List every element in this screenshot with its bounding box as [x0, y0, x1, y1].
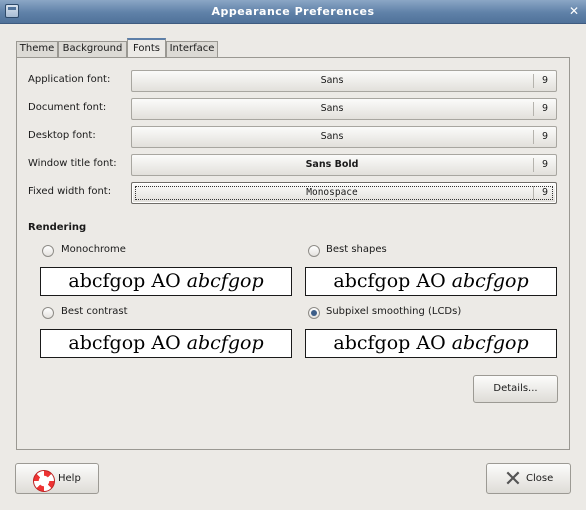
monochrome-sample[interactable]: abcfgop AO abcfgop	[40, 267, 292, 296]
window-title-font-label: Window title font:	[28, 158, 117, 169]
rendering-heading: Rendering	[28, 222, 87, 233]
window-title-font-button[interactable]: Sans Bold 9	[131, 154, 557, 176]
help-button[interactable]: Help	[15, 463, 99, 494]
application-font-button[interactable]: Sans 9	[131, 70, 557, 92]
sample-italic-text: abcfgop	[186, 332, 264, 354]
monochrome-radio[interactable]	[42, 245, 54, 257]
subpixel-smoothing-sample[interactable]: abcfgop AO abcfgop	[305, 329, 557, 358]
font-size: 9	[533, 158, 556, 172]
subpixel-smoothing-radio[interactable]	[308, 307, 320, 319]
subpixel-smoothing-label[interactable]: Subpixel smoothing (LCDs)	[326, 306, 461, 317]
best-shapes-radio[interactable]	[308, 245, 320, 257]
sample-regular-text: abcfgop AO	[68, 270, 181, 292]
sample-regular-text: abcfgop AO	[333, 270, 446, 292]
font-size: 9	[533, 74, 556, 88]
help-button-label: Help	[58, 473, 81, 484]
tab-theme[interactable]: Theme	[16, 41, 58, 57]
title-bar: Appearance Preferences ✕	[0, 0, 586, 24]
window-close-icon[interactable]: ✕	[568, 5, 580, 17]
sample-italic-text: abcfgop	[451, 332, 529, 354]
document-font-label: Document font:	[28, 102, 107, 113]
font-name: Sans Bold	[305, 159, 359, 170]
tab-interface[interactable]: Interface	[166, 41, 218, 57]
best-contrast-sample[interactable]: abcfgop AO abcfgop	[40, 329, 292, 358]
details-button-label: Details...	[493, 383, 538, 394]
sample-italic-text: abcfgop	[451, 270, 529, 292]
close-button-label: Close	[526, 473, 554, 484]
best-shapes-sample[interactable]: abcfgop AO abcfgop	[305, 267, 557, 296]
document-font-button[interactable]: Sans 9	[131, 98, 557, 120]
best-contrast-label[interactable]: Best contrast	[61, 306, 128, 317]
lifebuoy-icon	[33, 470, 55, 492]
tab-label: Background	[62, 43, 123, 54]
best-contrast-radio[interactable]	[42, 307, 54, 319]
fixed-width-font-button[interactable]: Monospace 9	[131, 182, 557, 204]
font-name: Monospace	[306, 187, 358, 198]
font-name: Sans	[320, 103, 344, 114]
font-size: 9	[533, 130, 556, 144]
font-size: 9	[533, 186, 556, 200]
close-button[interactable]: ✕ Close	[486, 463, 571, 494]
tab-fonts[interactable]: Fonts	[127, 38, 166, 58]
fixed-width-font-label: Fixed width font:	[28, 186, 112, 197]
font-name: Sans	[320, 131, 344, 142]
tab-label: Theme	[19, 43, 55, 54]
monochrome-label[interactable]: Monochrome	[61, 244, 126, 255]
sample-regular-text: abcfgop AO	[68, 332, 181, 354]
details-button[interactable]: Details...	[473, 375, 558, 403]
sample-regular-text: abcfgop AO	[333, 332, 446, 354]
tab-label: Interface	[169, 43, 215, 54]
application-font-label: Application font:	[28, 74, 111, 85]
close-icon: ✕	[503, 467, 523, 492]
sample-italic-text: abcfgop	[186, 270, 264, 292]
best-shapes-label[interactable]: Best shapes	[326, 244, 387, 255]
tab-label: Fonts	[133, 43, 160, 54]
font-size: 9	[533, 102, 556, 116]
window-title: Appearance Preferences	[211, 5, 375, 18]
desktop-font-button[interactable]: Sans 9	[131, 126, 557, 148]
tab-background[interactable]: Background	[58, 41, 127, 57]
desktop-font-label: Desktop font:	[28, 130, 96, 141]
font-name: Sans	[320, 75, 344, 86]
